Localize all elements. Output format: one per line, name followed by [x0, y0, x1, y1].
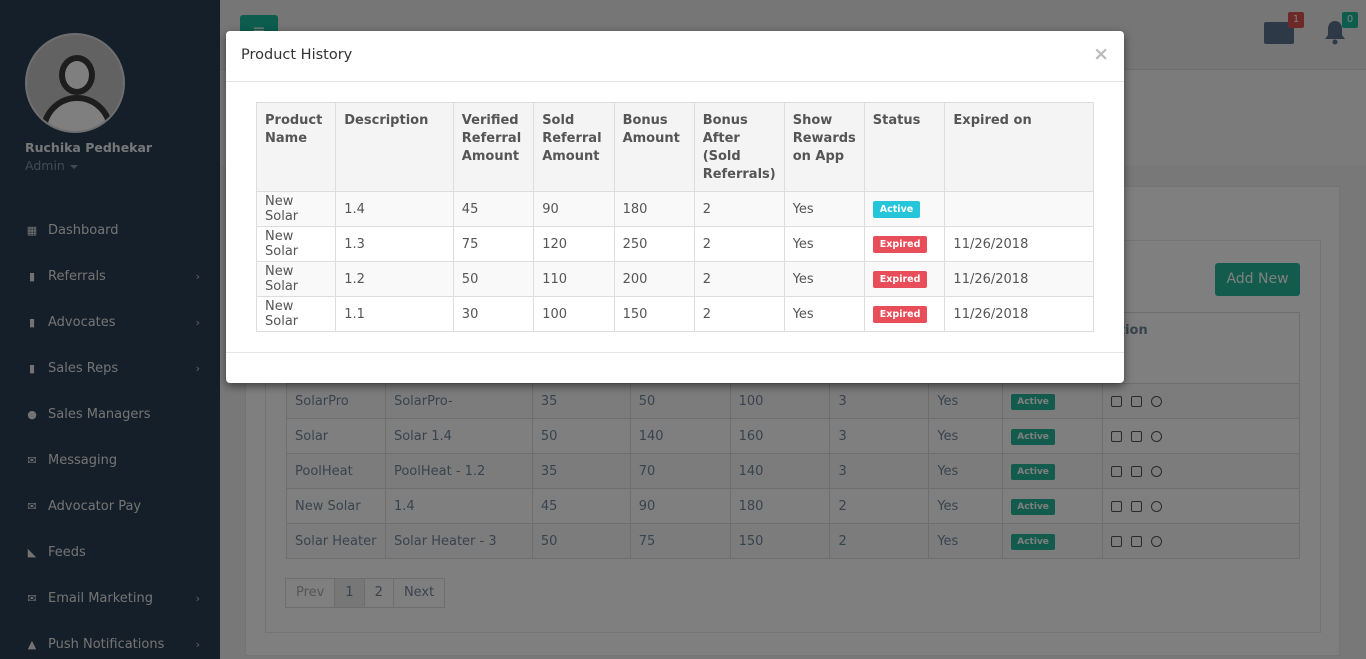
table-row: New Solar1.445901802Yes Active: [255, 191, 1094, 227]
cell-show: Yes: [783, 261, 865, 297]
table-row: New Solar 1.2 50 110 200 2 Yes Expired 11/26/201…: [255, 261, 1094, 297]
header-bonus-after: Bonus After (Sold Referrals): [693, 102, 785, 192]
header-status: Status: [863, 102, 946, 192]
cell-verified: 30: [452, 296, 535, 332]
cell-bonus: 200: [613, 261, 695, 297]
modal-title: Product History: [241, 47, 353, 63]
table-header-row: Product Name Description Verified Referr…: [255, 102, 1094, 192]
cell-status: Active: [863, 191, 946, 227]
cell-status: Expired: [863, 296, 946, 332]
cell-bonus: 150: [613, 296, 695, 332]
cell-show: Yes: [783, 191, 865, 227]
cell-after: 2: [693, 296, 785, 332]
header-verified-referral-amount: Verified Referral Amount: [452, 102, 535, 192]
table-row: New Solar 1.1 30 100 150 2 Yes Expired 11/26/201…: [255, 296, 1094, 332]
cell-show: Yes: [783, 296, 865, 332]
product-history-table: Product Name Description Verified Referr…: [255, 102, 1094, 332]
modal-body: Product Name Description Verified Referr…: [255, 102, 1094, 332]
close-icon[interactable]: ×: [1093, 44, 1109, 64]
product-history-modal: Product History × Product Name Descripti…: [226, 31, 1124, 383]
cell-description: 1.1: [335, 296, 454, 332]
cell-verified: 75: [452, 226, 535, 262]
cell-show: Yes: [783, 226, 865, 262]
cell-verified: 45: [452, 191, 535, 227]
cell-sold: 90: [533, 191, 615, 227]
cell-sold: 110: [533, 261, 615, 297]
cell-status: Expired: [863, 226, 946, 262]
cell-sold: 120: [533, 226, 615, 262]
cell-name: New Solar: [255, 261, 337, 297]
cell-status: Expired: [863, 261, 946, 297]
cell-name: New Solar: [255, 226, 337, 262]
header-show-rewards: Show Rewards on App: [783, 102, 865, 192]
cell-name: New Solar: [255, 296, 337, 332]
cell-description: 1.2: [335, 261, 454, 297]
header-description: Description: [335, 102, 454, 192]
modal-header: Product History ×: [226, 31, 1124, 82]
status-badge: Expired: [872, 270, 928, 288]
cell-verified: 50: [452, 261, 535, 297]
cell-bonus: 250: [613, 226, 695, 262]
cell-expired-on: 11/26/2018: [944, 261, 1094, 297]
cell-sold: 100: [533, 296, 615, 332]
modal-footer: [226, 352, 1124, 383]
cell-expired-on: 11/26/2018: [944, 226, 1094, 262]
header-product-name: Product Name: [255, 102, 337, 192]
cell-expired-on: [944, 191, 1094, 227]
table-row: New Solar 1.3 75 120 250 2 Yes Expired 11/26/201…: [255, 226, 1094, 262]
cell-after: 2: [693, 261, 785, 297]
cell-bonus: 180: [613, 191, 695, 227]
status-badge: Active: [872, 200, 921, 218]
cell-after: 2: [693, 226, 785, 262]
header-bonus-amount: Bonus Amount: [613, 102, 695, 192]
cell-after: 2: [693, 191, 785, 227]
status-badge: Expired: [872, 235, 928, 253]
cell-description: 1.3: [335, 226, 454, 262]
header-expired-on: Expired on: [944, 102, 1094, 192]
cell-name: New Solar: [255, 191, 337, 227]
cell-expired-on: 11/26/2018: [944, 296, 1094, 332]
cell-description: 1.4: [335, 191, 454, 227]
header-sold-referral-amount: Sold Referral Amount: [533, 102, 615, 192]
status-badge: Expired: [872, 305, 928, 323]
